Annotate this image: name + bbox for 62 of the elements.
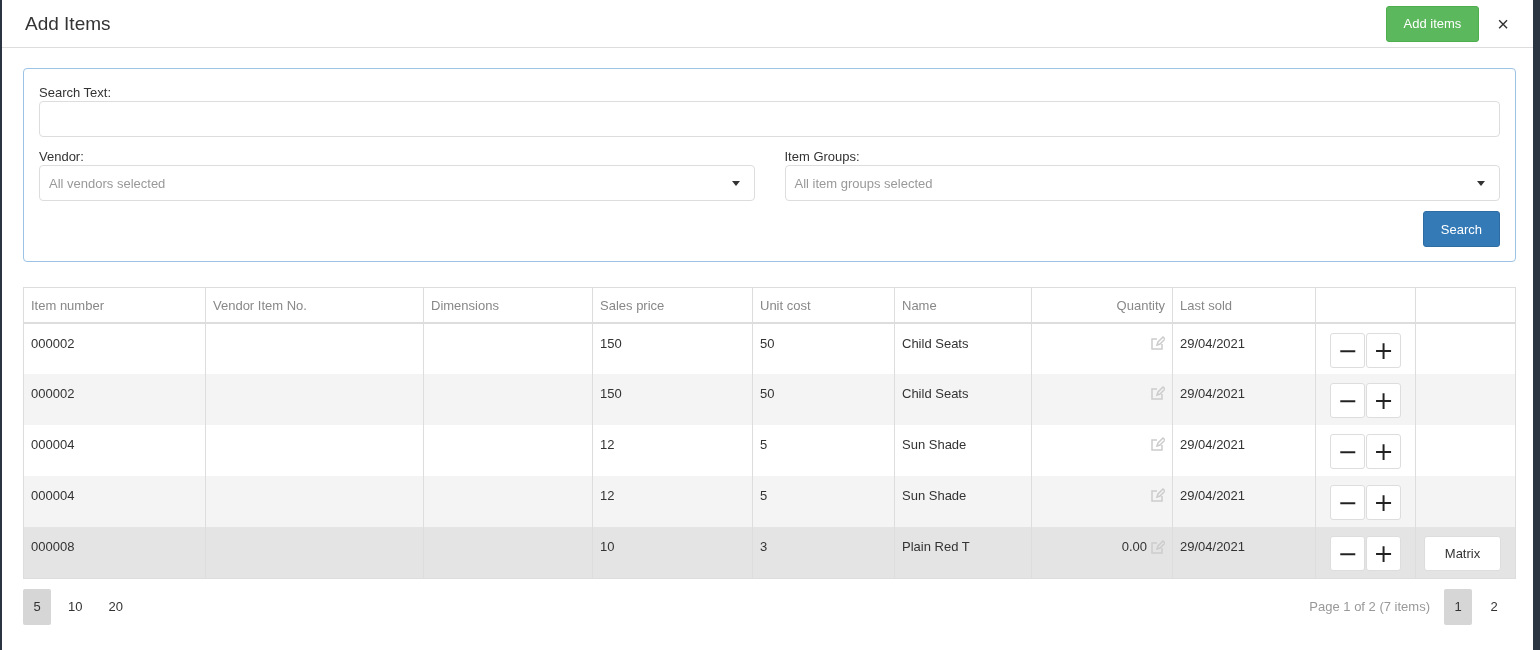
table-row[interactable]: 000002 150 50 Child Seats 29/04/2021 − + [23,323,1516,374]
table-row[interactable]: 000008 10 3 Plain Red T 0.00 29/04/2021 − + Matrix [23,527,1516,578]
matrix-button[interactable]: Matrix [1424,536,1501,571]
table-cell: 50 [760,386,775,401]
page-button[interactable]: 2 [1480,588,1508,625]
caret-icon [1477,180,1485,186]
decrease-button[interactable]: − [1330,434,1365,469]
table-cell: Child Seats [902,386,969,401]
table-cell: 5 [760,488,768,503]
table-cell: Child Seats [902,336,969,351]
table-cell: 150 [600,386,622,401]
increase-button[interactable]: + [1366,434,1401,469]
table-cell: 000004 [31,488,75,503]
decrease-button[interactable]: − [1330,536,1365,571]
field-label: Search Text: [39,85,113,100]
table-cell: 000002 [31,386,75,401]
table-cell: 12 [600,488,615,503]
table-row[interactable]: 000004 12 5 Sun Shade 29/04/2021 − + [23,425,1516,476]
table-cell: 150 [600,336,622,351]
edit-icon[interactable] [1151,386,1165,400]
table-cell: 29/04/2021 [1180,336,1246,351]
search-text-field[interactable] [39,101,1500,137]
increase-button[interactable]: + [1366,536,1401,571]
edit-icon[interactable] [1151,539,1165,554]
edit-icon[interactable] [1151,336,1165,350]
increase-button[interactable]: + [1366,485,1401,520]
edit-icon[interactable] [1151,488,1165,502]
dialog-title: Add Items [25,12,112,35]
page-button[interactable]: 1 [1444,588,1472,625]
search-button[interactable]: Search [1422,211,1500,247]
decrease-button[interactable]: − [1330,383,1365,418]
table-row[interactable]: 000004 12 5 Sun Shade 29/04/2021 − + [23,476,1516,527]
increase-button[interactable]: + [1366,333,1401,368]
field-label: Vendor: [39,149,85,164]
field-label: Item Groups: [784,149,861,164]
page-summary: Page 1 of 2 (7 items) [1309,599,1430,614]
table-cell: Sun Shade [902,488,967,503]
table-cell: Sun Shade [902,437,967,452]
table-cell: 000008 [31,539,75,554]
caret-icon [731,180,740,186]
page-size-button[interactable]: 20 [99,588,132,625]
table-cell: 29/04/2021 [1180,488,1246,503]
quantity-value: 0.00 [1121,539,1147,554]
table-cell: 50 [760,336,775,351]
table-cell: 000004 [31,437,75,452]
table-cell: 29/04/2021 [1180,437,1246,452]
table-cell: 5 [760,437,768,452]
page-size-button[interactable]: 5 [23,588,51,625]
table-cell: 000002 [31,336,75,351]
table-cell: 10 [600,539,615,554]
table-cell: 12 [600,437,615,452]
table-row[interactable]: 000002 150 50 Child Seats 29/04/2021 − + [23,374,1516,425]
table-cell: Plain Red T [902,539,970,554]
edit-icon[interactable] [1151,437,1165,451]
table-cell: 3 [760,539,768,554]
table-cell: 29/04/2021 [1180,539,1246,554]
decrease-button[interactable]: − [1330,485,1365,520]
table-cell: 29/04/2021 [1180,386,1246,401]
increase-button[interactable]: + [1366,383,1401,418]
close-button[interactable]: × [1495,13,1511,34]
decrease-button[interactable]: − [1330,333,1365,368]
page-size-button[interactable]: 10 [59,588,92,625]
